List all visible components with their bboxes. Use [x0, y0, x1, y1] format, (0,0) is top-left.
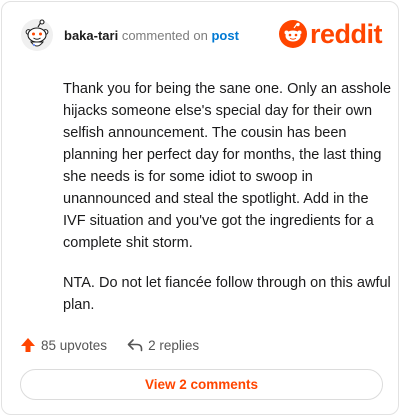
comment-header: baka-tari commented on post reddit	[20, 18, 383, 52]
reply-arrow-icon	[127, 339, 143, 352]
reddit-logo-icon	[278, 20, 307, 48]
username-link[interactable]: baka-tari	[64, 28, 118, 43]
comment-paragraph: Thank you for being the sane one. Only a…	[63, 81, 392, 251]
post-link[interactable]: post	[211, 28, 238, 43]
snoo-avatar-icon	[21, 19, 53, 51]
upvote-button[interactable]: 85 upvotes	[20, 337, 107, 353]
comment-paragraph: NTA. Do not let fiancée follow through o…	[63, 275, 391, 313]
upvote-count: 85 upvotes	[41, 337, 108, 353]
comment-meta: baka-tari commented on post	[64, 28, 239, 44]
reddit-logo[interactable]: reddit	[278, 18, 383, 50]
replies-count: 2 replies	[148, 337, 200, 353]
comment-actions: 85 upvotes 2 replies	[20, 336, 219, 354]
upvote-arrow-icon	[21, 338, 35, 352]
view-comments-button[interactable]: View 2 comments	[20, 369, 383, 400]
reddit-wordmark: reddit	[309, 19, 383, 49]
comment-card: baka-tari commented on post reddit Thank…	[1, 1, 399, 415]
user-avatar[interactable]	[20, 18, 54, 52]
commented-on-label: commented on	[121, 28, 208, 43]
comment-body: Thank you for being the sane one. Only a…	[63, 78, 393, 334]
replies-button[interactable]: 2 replies	[127, 338, 199, 353]
